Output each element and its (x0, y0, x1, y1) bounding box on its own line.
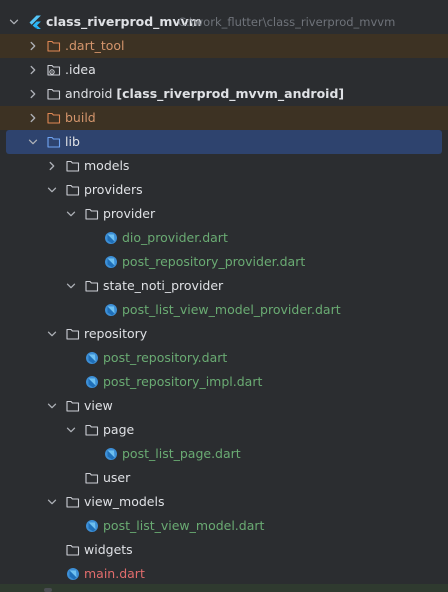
folder-settings-icon (47, 63, 61, 77)
chevron-right-icon[interactable] (27, 112, 39, 124)
provider-label: provider (103, 206, 156, 221)
tree-row-providers[interactable]: providers (0, 178, 448, 202)
tree-row-post-repository-provider[interactable]: post_repository_provider.dart (0, 250, 448, 274)
android-name: android (65, 86, 113, 101)
post-list-view-model-provider-label: post_list_view_model_provider.dart (122, 302, 341, 317)
folder-icon (47, 87, 61, 101)
next-row-chevron-peek (44, 588, 52, 592)
folder-icon (85, 207, 99, 221)
post-list-page-label: post_list_page.dart (122, 446, 241, 461)
tree-row-view-models[interactable]: view_models (0, 490, 448, 514)
post-repository-impl-label: post_repository_impl.dart (103, 374, 263, 389)
tree-row-main[interactable]: main.dart (0, 562, 448, 586)
tree-row-post-repository[interactable]: post_repository.dart (0, 346, 448, 370)
post-repository-provider-label: post_repository_provider.dart (122, 254, 306, 269)
folder-icon (66, 183, 80, 197)
tree-row-post-list-page[interactable]: post_list_page.dart (0, 442, 448, 466)
tree-row-build[interactable]: build (0, 106, 448, 130)
user-label: user (103, 470, 131, 485)
tree-row-dart-tool[interactable]: .dart_tool (0, 34, 448, 58)
folder-icon (47, 135, 61, 149)
dart-file-icon (104, 303, 118, 317)
tree-row-root[interactable]: class_riverprod_mvvm C:\work_flutter\cla… (0, 10, 448, 34)
tree-row-idea[interactable]: .idea (0, 58, 448, 82)
chevron-down-icon[interactable] (65, 208, 77, 220)
post-repository-label: post_repository.dart (103, 350, 228, 365)
tree-row-repository[interactable]: repository (0, 322, 448, 346)
repository-label: repository (84, 326, 148, 341)
dart-file-icon (104, 231, 118, 245)
tree-row-models[interactable]: models (0, 154, 448, 178)
post-list-view-model-label: post_list_view_model.dart (103, 518, 265, 533)
chevron-down-icon[interactable] (46, 328, 58, 340)
folder-icon (66, 399, 80, 413)
dart-file-icon (85, 351, 99, 365)
tree-row-user[interactable]: user (0, 466, 448, 490)
widgets-label: widgets (84, 542, 133, 557)
chevron-right-icon[interactable] (27, 40, 39, 52)
dio-provider-label: dio_provider.dart (122, 230, 228, 245)
folder-icon (85, 423, 99, 437)
page-label: page (103, 422, 135, 437)
dart-file-icon (104, 447, 118, 461)
root-path: C:\work_flutter\class_riverprod_mvvm (178, 15, 396, 29)
tree-row-dio-provider[interactable]: dio_provider.dart (0, 226, 448, 250)
tree-row-provider[interactable]: provider (0, 202, 448, 226)
models-label: models (84, 158, 130, 173)
dart-file-icon (104, 255, 118, 269)
tree-row-widgets[interactable]: widgets (0, 538, 448, 562)
tree-row-page[interactable]: page (0, 418, 448, 442)
chevron-right-icon[interactable] (46, 160, 58, 172)
chevron-down-icon[interactable] (65, 424, 77, 436)
folder-icon (66, 327, 80, 341)
folder-icon (66, 159, 80, 173)
view-label: view (84, 398, 113, 413)
folder-excluded-icon (47, 111, 61, 125)
state-noti-provider-label: state_noti_provider (103, 278, 224, 293)
chevron-down-icon[interactable] (46, 400, 58, 412)
dart-file-icon (85, 375, 99, 389)
next-row-peek (0, 584, 448, 592)
dart-file-icon (85, 519, 99, 533)
tree-row-android[interactable]: android [class_riverprod_mvvm_android] (0, 82, 448, 106)
chevron-down-icon[interactable] (65, 280, 77, 292)
chevron-down-icon[interactable] (27, 136, 39, 148)
project-tree: class_riverprod_mvvm C:\work_flutter\cla… (0, 0, 448, 592)
folder-icon (66, 495, 80, 509)
folder-icon (66, 543, 80, 557)
folder-icon (85, 471, 99, 485)
android-module: [class_riverprod_mvvm_android] (116, 86, 345, 101)
chevron-right-icon[interactable] (27, 64, 39, 76)
dart-tool-label: .dart_tool (65, 38, 125, 53)
folder-icon (85, 279, 99, 293)
folder-excluded-icon (47, 39, 61, 53)
tree-row-state-noti-provider[interactable]: state_noti_provider (0, 274, 448, 298)
dart-file-icon (66, 567, 80, 581)
flutter-icon (28, 15, 42, 29)
view-models-label: view_models (84, 494, 165, 509)
lib-label: lib (65, 134, 80, 149)
chevron-right-icon[interactable] (27, 88, 39, 100)
build-label: build (65, 110, 96, 125)
tree-row-view[interactable]: view (0, 394, 448, 418)
chevron-down-icon[interactable] (46, 496, 58, 508)
tree-row-lib[interactable]: lib (6, 130, 442, 154)
main-label: main.dart (84, 566, 145, 581)
tree-row-post-repository-impl[interactable]: post_repository_impl.dart (0, 370, 448, 394)
android-label: android [class_riverprod_mvvm_android] (65, 82, 344, 106)
chevron-down-icon[interactable] (46, 184, 58, 196)
chevron-down-icon[interactable] (8, 16, 20, 28)
providers-label: providers (84, 182, 143, 197)
idea-label: .idea (65, 62, 96, 77)
tree-row-post-list-view-model[interactable]: post_list_view_model.dart (0, 514, 448, 538)
tree-row-post-list-view-model-provider[interactable]: post_list_view_model_provider.dart (0, 298, 448, 322)
